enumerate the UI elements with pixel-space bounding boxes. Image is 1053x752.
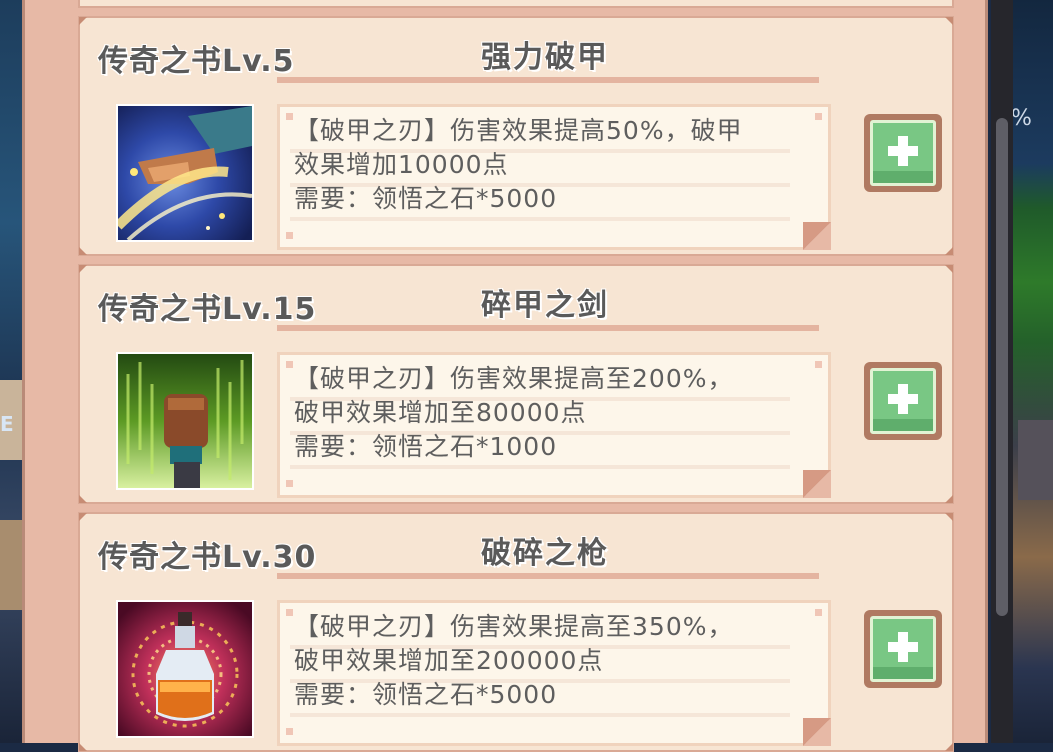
button-face <box>870 616 936 682</box>
description-line: 破甲效果增加至80000点 <box>294 398 587 427</box>
talent-card: 传奇之书Lv.30 破碎之枪 【破甲之刃】伤害效果提高至350%， 破甲效果增加… <box>78 512 954 752</box>
skill-description-box: 【破甲之刃】伤害效果提高至350%， 破甲效果增加至200000点 需要：领悟之… <box>277 600 831 746</box>
note-dot <box>286 232 293 239</box>
card-corner <box>79 513 87 521</box>
book-level-label: 传奇之书Lv.5 <box>98 44 295 79</box>
note-dot <box>815 361 822 368</box>
note-line <box>290 217 790 221</box>
card-corner <box>79 247 87 255</box>
talent-card: 传奇之书Lv.5 强力破甲 【破甲之刃】伤害效果提高50%，破甲 效果增加100… <box>78 16 954 256</box>
note-dot <box>286 113 293 120</box>
skill-description-box: 【破甲之刃】伤害效果提高50%，破甲 效果增加10000点 需要：领悟之石*50… <box>277 104 831 250</box>
upgrade-button[interactable] <box>864 610 942 688</box>
skill-name: 强力破甲 <box>481 40 609 75</box>
button-face <box>870 368 936 434</box>
divider <box>277 325 819 331</box>
scrollbar-thumb[interactable] <box>996 118 1008 616</box>
card-corner <box>945 265 953 273</box>
card-corner <box>79 743 87 751</box>
background-crate <box>0 520 22 610</box>
skill-name: 碎甲之剑 <box>481 288 609 323</box>
requirement-line: 需要：领悟之石*5000 <box>294 680 558 709</box>
card-corner <box>79 17 87 25</box>
divider <box>277 77 819 83</box>
description-line: 破甲效果增加至200000点 <box>294 646 604 675</box>
note-dot <box>286 361 293 368</box>
note-dot <box>815 609 822 616</box>
scrollbar[interactable] <box>991 0 1013 743</box>
note-dot <box>286 728 293 735</box>
note-dot <box>286 480 293 487</box>
card-corner <box>79 495 87 503</box>
card-corner <box>945 247 953 255</box>
button-face <box>870 120 936 186</box>
note-line <box>290 713 790 717</box>
upgrade-button[interactable] <box>864 362 942 440</box>
previous-card-edge <box>78 0 954 8</box>
card-corner <box>945 17 953 25</box>
description-line: 【破甲之刃】伤害效果提高50%，破甲 <box>294 116 743 145</box>
description-line: 效果增加10000点 <box>294 150 509 179</box>
skill-description-box: 【破甲之刃】伤害效果提高至200%， 破甲效果增加至80000点 需要：领悟之石… <box>277 352 831 498</box>
card-corner <box>945 495 953 503</box>
requirement-line: 需要：领悟之石*1000 <box>294 432 558 461</box>
golden-hand-strike-icon <box>116 104 254 242</box>
plus-icon <box>888 632 918 662</box>
background-scene-left: E <box>0 0 22 743</box>
plus-icon <box>888 136 918 166</box>
divider <box>277 573 819 579</box>
potion-bottle-icon <box>116 600 254 738</box>
book-level-label: 传奇之书Lv.15 <box>98 292 317 327</box>
description-line: 【破甲之刃】伤害效果提高至350%， <box>294 612 734 641</box>
background-stone <box>1018 420 1053 500</box>
background-text: E <box>0 412 14 436</box>
book-level-label: 传奇之书Lv.30 <box>98 540 317 575</box>
green-fist-icon <box>116 352 254 490</box>
card-corner <box>79 265 87 273</box>
note-line <box>290 465 790 469</box>
plus-icon <box>888 384 918 414</box>
note-dot <box>286 609 293 616</box>
background-text: % <box>1011 106 1032 131</box>
description-line: 【破甲之刃】伤害效果提高至200%， <box>294 364 734 393</box>
talent-card: 传奇之书Lv.15 碎甲之剑 【破甲之刃】伤害效果提高至200%， 破甲效果增加… <box>78 264 954 504</box>
requirement-line: 需要：领悟之石*5000 <box>294 184 558 213</box>
card-corner <box>945 513 953 521</box>
upgrade-button[interactable] <box>864 114 942 192</box>
note-dot <box>815 113 822 120</box>
card-corner <box>945 743 953 751</box>
background-scene-right: % <box>1010 0 1053 743</box>
skill-name: 破碎之枪 <box>481 536 609 571</box>
